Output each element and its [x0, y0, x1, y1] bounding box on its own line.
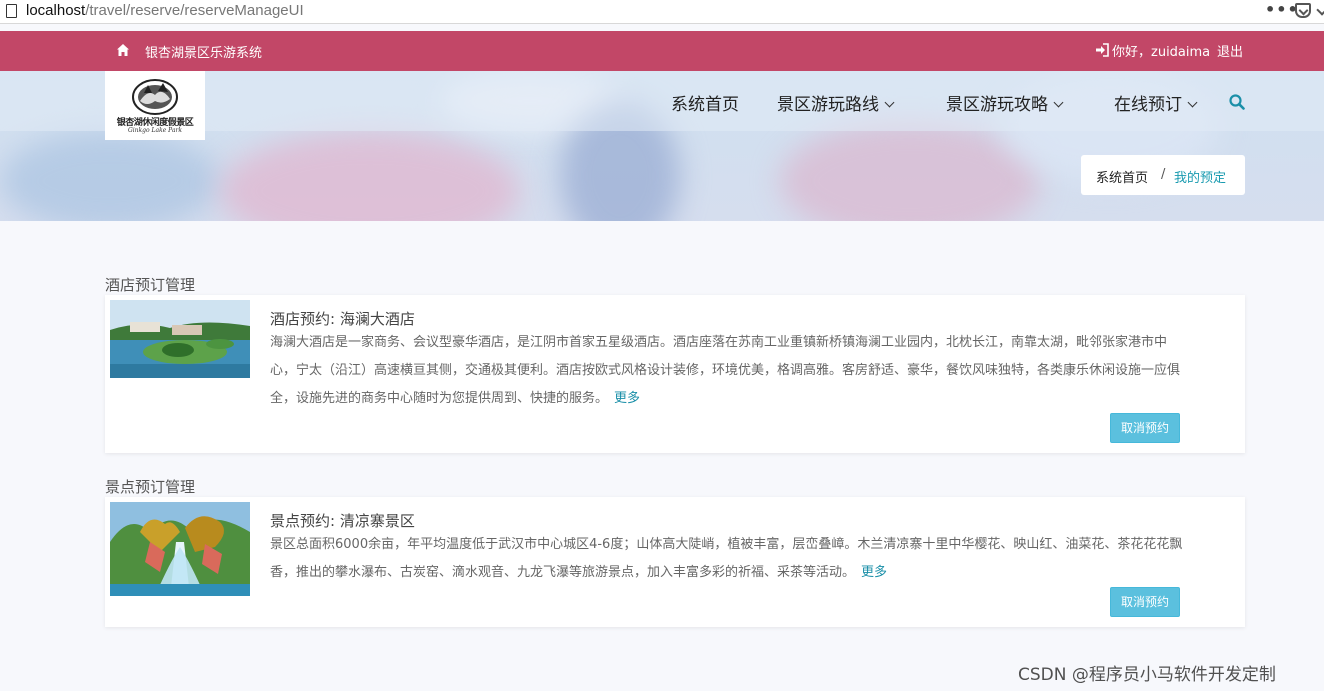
- nav-booking[interactable]: 在线预订: [1114, 90, 1198, 115]
- top-bar: 银杏湖景区乐游系统 你好，zuidaima 退出: [0, 31, 1324, 71]
- hotel-reservation-card: 酒店预约: 海澜大酒店 海澜大酒店是一家商务、会议型豪华酒店，是江阴市首家五星级…: [105, 295, 1245, 453]
- site-logo[interactable]: 银杏湖休闲度假景区 Ginkgo Lake Park: [105, 71, 205, 140]
- nav-routes[interactable]: 景区游玩路线: [777, 90, 895, 115]
- hotel-description: 海澜大酒店是一家商务、会议型豪华酒店，是江阴市首家五星级酒店。酒店座落在苏南工业…: [270, 329, 1190, 413]
- nav-booking-label: 在线预订: [1114, 95, 1182, 115]
- site-name[interactable]: 银杏湖景区乐游系统: [145, 42, 262, 61]
- url-host: localhost: [26, 2, 86, 19]
- search-icon[interactable]: [1229, 94, 1245, 110]
- pocket-icon[interactable]: [1295, 3, 1311, 18]
- scenic-reservation-card: 景点预约: 清凉寨景区 景区总面积6000余亩，年平均温度低于武汉市中心城区4-…: [105, 497, 1245, 627]
- hotel-section-title: 酒店预订管理: [105, 276, 196, 294]
- nav-home[interactable]: 系统首页: [671, 90, 739, 115]
- nav-guides[interactable]: 景区游玩攻略: [946, 90, 1064, 115]
- scenic-cancel-reservation-button[interactable]: 取消预约: [1110, 587, 1180, 617]
- breadcrumb-current: 我的预定: [1174, 171, 1227, 186]
- hotel-cancel-reservation-button[interactable]: 取消预约: [1110, 413, 1180, 443]
- hotel-more-link[interactable]: 更多: [614, 391, 640, 406]
- scenic-thumbnail[interactable]: [110, 502, 250, 596]
- browser-url-bar[interactable]: localhost/travel/reserve/reserveManageUI…: [0, 0, 1324, 24]
- logout-link[interactable]: 退出: [1217, 41, 1243, 60]
- logo-script-text: Ginkgo Lake Park: [127, 127, 183, 134]
- home-icon[interactable]: [116, 43, 130, 57]
- hotel-reservation-title: 酒店预约: 海澜大酒店: [270, 310, 415, 328]
- page-icon: [6, 4, 17, 18]
- breadcrumb: 系统首页 / 我的预定: [1081, 155, 1245, 195]
- chevron-down-icon: [1187, 97, 1198, 108]
- chevron-down-icon[interactable]: [1316, 4, 1324, 16]
- more-dots-icon[interactable]: •••: [1265, 0, 1299, 19]
- sign-in-icon: [1096, 43, 1109, 57]
- url-path: /travel/reserve/reserveManageUI: [85, 2, 304, 19]
- url-text[interactable]: localhost/travel/reserve/reserveManageUI: [26, 2, 304, 19]
- scenic-more-link[interactable]: 更多: [861, 565, 887, 580]
- chevron-down-icon: [1053, 97, 1064, 108]
- breadcrumb-home-link[interactable]: 系统首页: [1096, 167, 1148, 186]
- nav-routes-label: 景区游玩路线: [777, 95, 879, 115]
- logo-emblem-icon: [132, 79, 178, 115]
- scenic-description: 景区总面积6000余亩，年平均温度低于武汉市中心城区4-6度；山体高大陡峭，植被…: [270, 531, 1190, 587]
- hotel-description-text: 海澜大酒店是一家商务、会议型豪华酒店，是江阴市首家五星级酒店。酒店座落在苏南工业…: [270, 335, 1181, 406]
- scenic-description-text: 景区总面积6000余亩，年平均温度低于武汉市中心城区4-6度；山体高大陡峭，植被…: [270, 537, 1183, 580]
- nav-home-label: 系统首页: [671, 95, 739, 115]
- user-greeting: 你好，zuidaima: [1112, 45, 1211, 60]
- nav-guides-label: 景区游玩攻略: [946, 95, 1048, 115]
- breadcrumb-separator: /: [1161, 167, 1166, 182]
- scenic-reservation-title: 景点预约: 清凉寨景区: [270, 512, 415, 530]
- chevron-down-icon: [884, 97, 895, 108]
- scenic-section-title: 景点预订管理: [105, 478, 196, 496]
- hotel-thumbnail[interactable]: [110, 300, 250, 378]
- csdn-watermark: CSDN @程序员小马软件开发定制: [1018, 665, 1276, 685]
